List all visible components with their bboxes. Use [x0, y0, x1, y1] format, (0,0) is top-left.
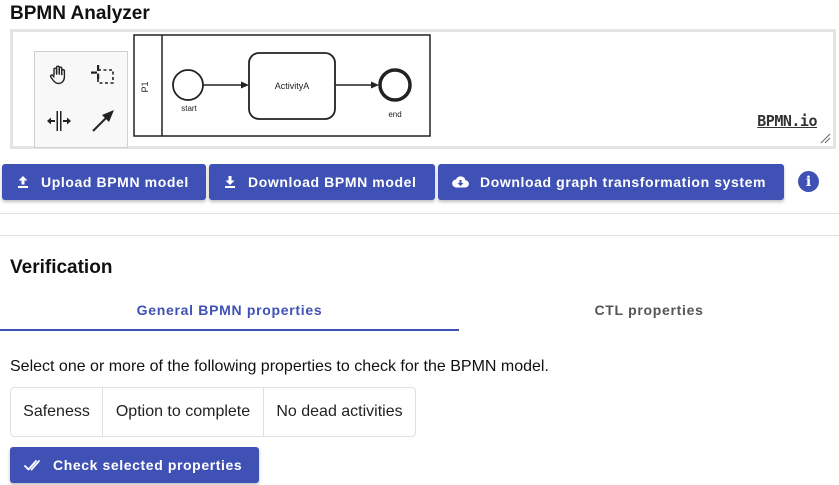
cloud-download-icon — [452, 175, 469, 189]
bpmn-diagram[interactable]: P1 start ActivityA end — [13, 32, 833, 146]
end-event-label: end — [388, 110, 401, 119]
download-gts-button[interactable]: Download graph transformation system — [438, 164, 784, 200]
download-gts-label: Download graph transformation system — [480, 174, 767, 190]
bpmn-modeler-canvas[interactable]: P1 start ActivityA end BPMN.io — [10, 29, 836, 149]
toggle-option-to-complete[interactable]: Option to complete — [102, 388, 263, 436]
download-bpmn-label: Download BPMN model — [248, 174, 417, 190]
property-toggle-group: Safeness Option to complete No dead acti… — [10, 387, 416, 437]
verification-title: Verification — [10, 257, 113, 278]
tab-general-bpmn-properties[interactable]: General BPMN properties — [0, 289, 459, 331]
double-check-icon — [24, 458, 42, 472]
download-bpmn-button[interactable]: Download BPMN model — [209, 164, 435, 200]
app-title: BPMN Analyzer — [10, 3, 150, 24]
resize-handle-icon[interactable] — [819, 132, 831, 144]
upload-icon — [16, 175, 30, 189]
divider — [0, 213, 839, 214]
divider — [0, 235, 839, 236]
task-label: ActivityA — [275, 81, 310, 91]
upload-bpmn-button[interactable]: Upload BPMN model — [2, 164, 206, 200]
check-selected-properties-button[interactable]: Check selected properties — [10, 447, 259, 483]
pool-label: P1 — [140, 81, 150, 92]
check-selected-properties-label: Check selected properties — [53, 457, 243, 473]
info-icon[interactable]: i — [798, 171, 819, 192]
verification-instructions: Select one or more of the following prop… — [10, 358, 549, 375]
upload-bpmn-label: Upload BPMN model — [41, 174, 189, 190]
start-event — [172, 69, 204, 101]
end-event — [378, 68, 412, 102]
toggle-safeness[interactable]: Safeness — [11, 388, 102, 436]
start-event-label: start — [181, 104, 197, 113]
download-icon — [223, 175, 237, 189]
active-tab-indicator — [0, 329, 459, 331]
toggle-no-dead-activities[interactable]: No dead activities — [263, 388, 415, 436]
tab-ctl-properties[interactable]: CTL properties — [459, 289, 839, 331]
bpmn-io-logo[interactable]: BPMN.io — [757, 112, 817, 130]
